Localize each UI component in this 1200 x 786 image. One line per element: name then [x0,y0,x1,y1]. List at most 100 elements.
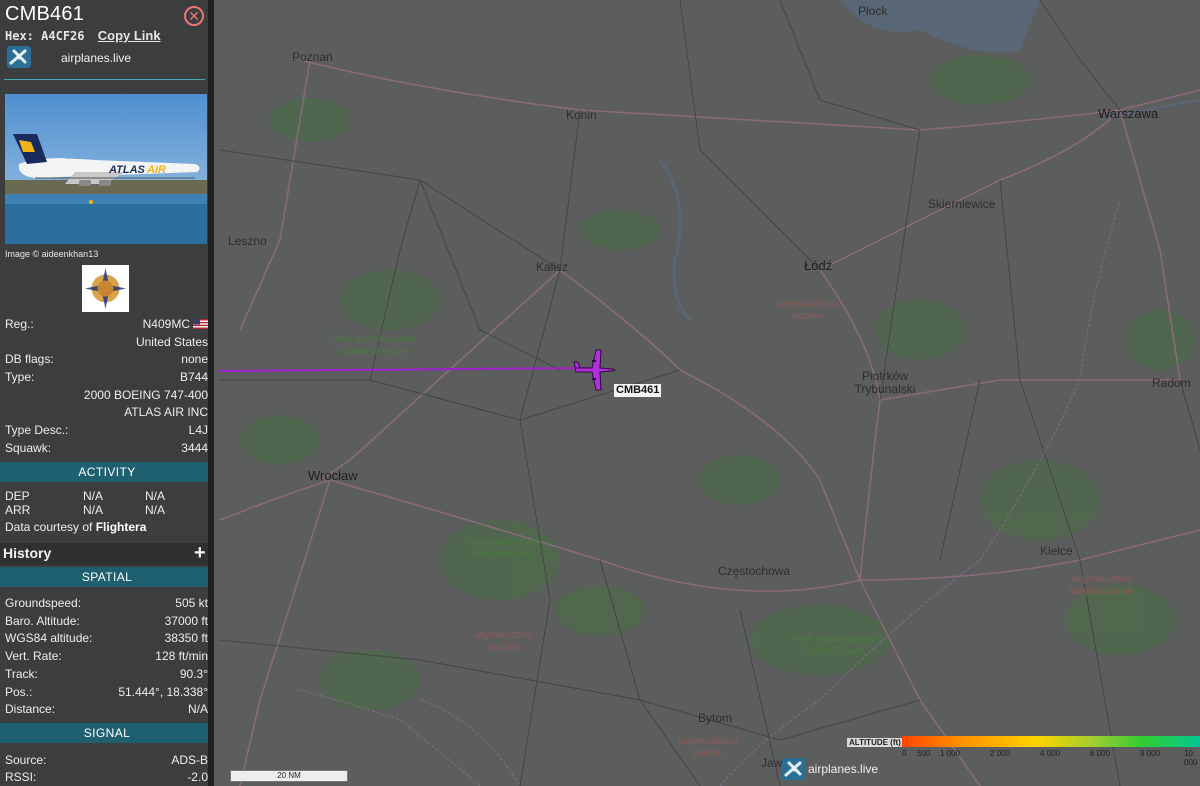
spatial-header: SPATIAL [0,567,208,587]
city-label: Kalisz [536,260,569,274]
history-expand-icon[interactable]: + [194,542,206,565]
altitude-ticks: 0 500 1 000 2 000 4 000 6 000 8 000 10 0… [902,749,1200,767]
source-label: Source: [5,753,47,767]
city-label: Wrocław [308,468,358,483]
groundspeed-label: Groundspeed: [5,596,82,610]
altitude-tick: 6 000 [1090,749,1111,758]
position-value: 51.444°, 18.338° [118,685,208,699]
arr-label: ARR [5,503,31,517]
country-row: United States [5,335,208,351]
reg-value[interactable]: N409MC [143,317,190,331]
rssi-value: -2.0 [187,770,208,784]
model-value: 2000 BOEING 747-400 [83,388,208,402]
baro-altitude-row: Baro. Altitude: 37000 ft [5,614,208,630]
dep-value-b: N/A [145,489,166,503]
altitude-tick: 1 000 [940,749,961,758]
track-value: 90.3° [179,667,208,681]
app-root: CMB461 ✕ Hex: A4CF26 Copy Link airplanes… [0,0,1200,786]
rssi-row: RSSI: -2.0 [5,770,208,786]
altitude-color-bar [902,736,1200,747]
type-desc-value: L4J [188,423,208,437]
arr-value-b: N/A [145,503,166,517]
source-row: airplanes.live [5,46,205,70]
city-label: Częstochowa [718,564,791,578]
watermark-text: airplanes.live [808,762,879,776]
park-label: Park Krajobrazowy Dolina Baryczy [332,334,416,357]
airplanes-live-logo-icon [782,758,806,780]
region-label: województwo łódzkie [778,299,838,322]
wgs84-altitude-value: 38350 ft [164,631,208,645]
model-row: 2000 BOEING 747-400 [5,388,208,404]
hex-value: A4CF26 [41,29,85,43]
vert-rate-row: Vert. Rate: 128 ft/min [5,649,208,665]
distance-row: Distance: N/A [5,702,208,718]
squawk-value: 3444 [181,441,208,455]
altitude-tick: 0 [902,749,907,758]
dep-label: DEP [5,489,30,503]
type-row: Type: B744 [5,370,208,386]
wgs84-altitude-label: WGS84 altitude: [5,631,93,645]
aircraft-icon[interactable] [573,349,616,391]
baro-altitude-value: 37000 ft [164,614,208,628]
map-view[interactable]: Płock Poznań Konin Warszawa Skierniewice… [220,0,1200,786]
aircraft-map-label[interactable]: CMB461 [614,384,662,397]
close-icon[interactable]: ✕ [184,6,204,26]
altitude-legend-label: ALTITUDE (ft) [847,738,903,747]
type-desc-label: Type Desc.: [5,423,69,437]
distance-value: N/A [187,702,208,716]
city-label: Kielce [1040,544,1073,558]
squawk-label: Squawk: [5,441,52,455]
altitude-tick: 500 [917,749,931,758]
altitude-tick: 4 000 [1040,749,1061,758]
scale-bar: 20 NM [230,770,348,782]
track-label: Track: [5,667,38,681]
svg-text:AIR: AIR [146,164,166,176]
dep-value-a: N/A [83,489,104,503]
city-label: Warszawa [1098,106,1159,121]
position-label: Pos.: [5,685,33,699]
city-label: Poznań [292,50,333,64]
source-value: ADS-B [171,753,208,767]
type-value: B744 [179,370,208,384]
city-label: Płock [858,4,888,18]
db-flags-label: DB flags: [5,352,54,366]
city-label: Leszno [228,234,267,248]
history-label: History [3,545,52,561]
city-label: Skierniewice [928,197,996,211]
operator-value: ATLAS AIR INC [124,405,208,419]
aircraft-info-panel: CMB461 ✕ Hex: A4CF26 Copy Link airplanes… [0,0,214,786]
groundspeed-row: Groundspeed: 505 kt [5,596,208,612]
photo-credit: Image © aideenkhan13 [5,249,99,259]
copy-link[interactable]: Copy Link [98,28,161,43]
data-courtesy: Data courtesy of Flightera [5,520,146,534]
city-label: Łódź [804,258,833,273]
vert-rate-label: Vert. Rate: [5,649,62,663]
region-label: województwo świętokrzyskie [1068,574,1134,597]
operator-logo [82,265,129,312]
altitude-legend: ALTITUDE (ft) 0 500 1 000 2 000 4 000 6 … [845,733,1200,767]
groundspeed-value: 505 kt [175,596,208,610]
divider [4,79,205,80]
city-label: Jaw [761,756,783,770]
courtesy-link[interactable]: Flightera [96,520,147,534]
source-link[interactable]: airplanes.live [61,51,131,65]
type-label: Type: [5,370,35,384]
activity-header: ACTIVITY [0,462,208,482]
track-row: Track: 90.3° [5,667,208,683]
region-label: województwo śląskie [678,736,738,759]
operator-row: ATLAS AIR INC [5,405,208,421]
vert-rate-value: 128 ft/min [155,649,208,663]
altitude-tick: 8 000 [1140,749,1161,758]
city-label: Bytom [698,711,733,725]
airplanes-live-logo-icon[interactable] [7,46,31,68]
aircraft-photo[interactable]: ATLAS AIR [5,94,207,244]
reg-label: Reg.: [5,317,34,331]
city-label: Radom [1152,376,1191,390]
water-areas [658,0,1200,322]
position-row: Pos.: 51.444°, 18.338° [5,685,208,701]
city-label: Konin [566,108,597,122]
aircraft-callsign: CMB461 [5,3,85,25]
history-row[interactable]: History + [0,542,208,565]
rssi-label: RSSI: [5,770,37,784]
country-value: United States [135,335,208,349]
